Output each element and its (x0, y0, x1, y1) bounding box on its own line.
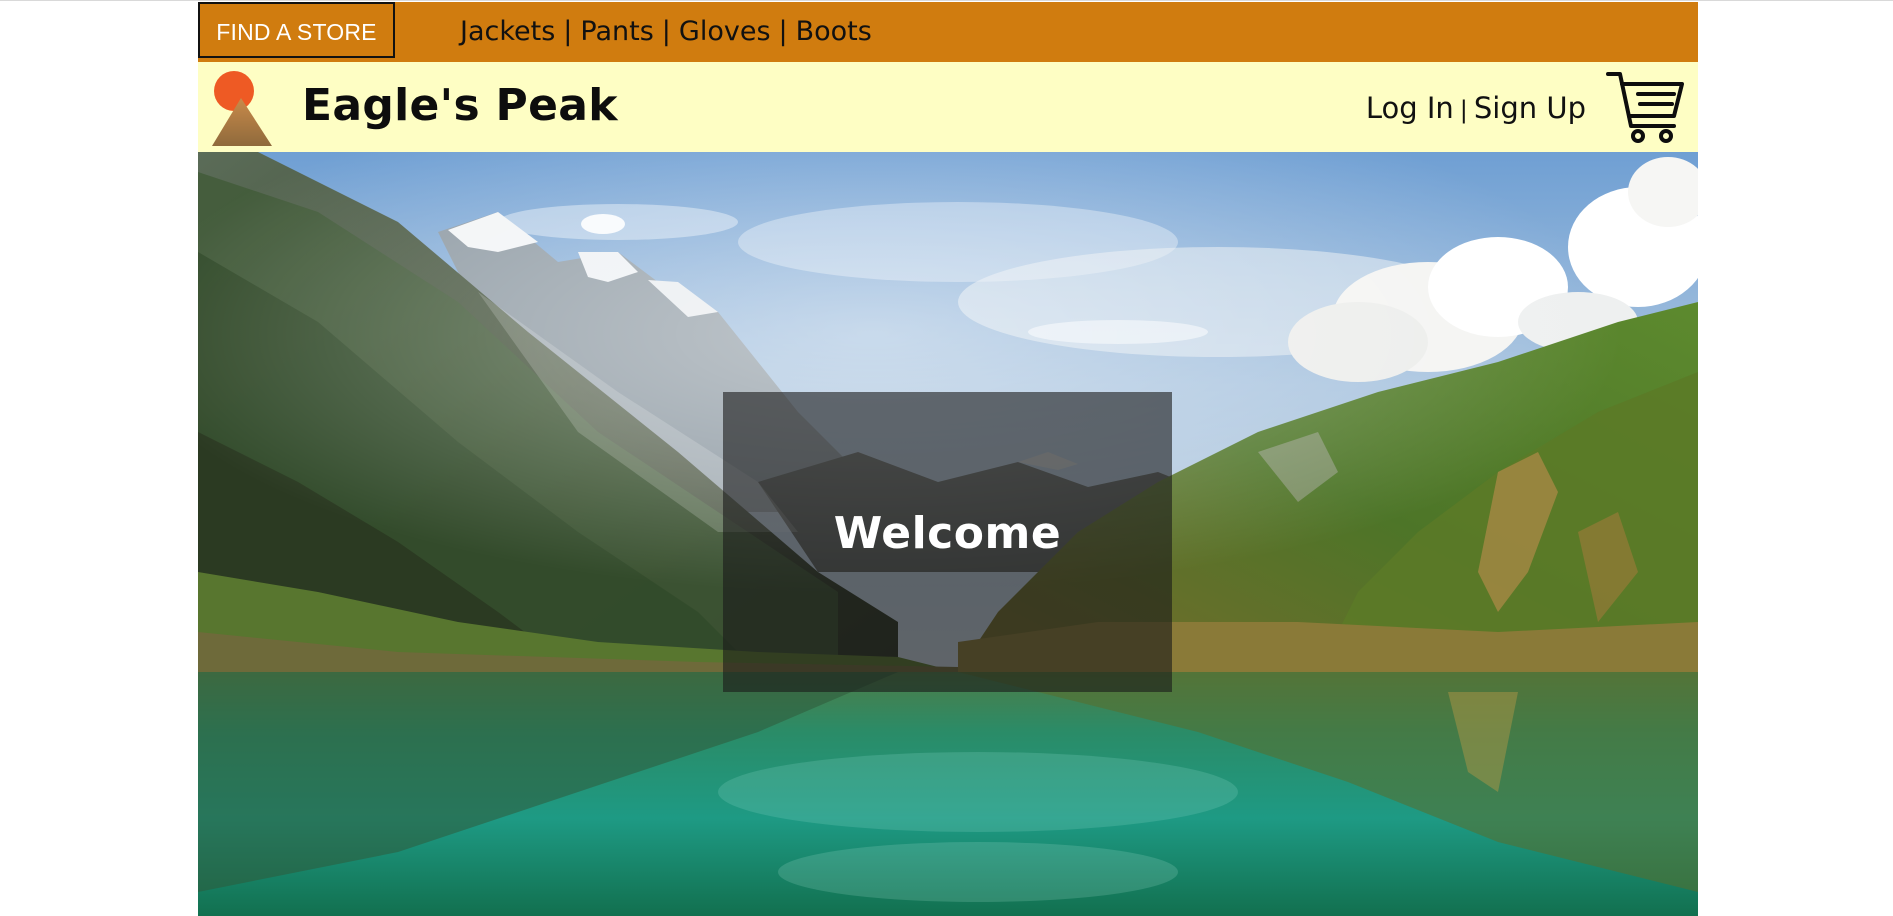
nav-link-boots[interactable]: Boots (796, 16, 872, 47)
page-top-border (0, 0, 1893, 1)
welcome-heading: Welcome (833, 508, 1062, 559)
brand-name[interactable]: Eagle's Peak (302, 62, 618, 152)
sun-mountain-logo-icon[interactable] (212, 70, 272, 146)
nav-separator: | (661, 16, 671, 47)
shopping-cart-icon[interactable] (1606, 70, 1686, 144)
welcome-overlay: Welcome (723, 392, 1172, 692)
brand-bar: Eagle's Peak Log In | Sign Up (198, 62, 1698, 152)
find-a-store-button[interactable]: FIND A STORE (198, 2, 395, 58)
site-container: FIND A STORE Jackets | Pants | Gloves | Boots … (198, 2, 1698, 916)
nav-separator: | (563, 16, 573, 47)
nav-separator: | (778, 16, 788, 47)
login-link[interactable]: Log In (1366, 91, 1454, 125)
nav-link-gloves[interactable]: Gloves (679, 16, 771, 47)
auth-links: Log In | Sign Up (1366, 62, 1586, 152)
hero-banner: Welcome (198, 152, 1698, 916)
nav-link-jackets[interactable]: Jackets (460, 16, 555, 47)
signup-link[interactable]: Sign Up (1474, 91, 1586, 125)
category-nav: Jackets | Pants | Gloves | Boots (460, 2, 872, 62)
auth-separator: | (1459, 96, 1468, 124)
nav-link-pants[interactable]: Pants (580, 16, 653, 47)
top-nav-bar: FIND A STORE Jackets | Pants | Gloves | Boots (198, 2, 1698, 62)
